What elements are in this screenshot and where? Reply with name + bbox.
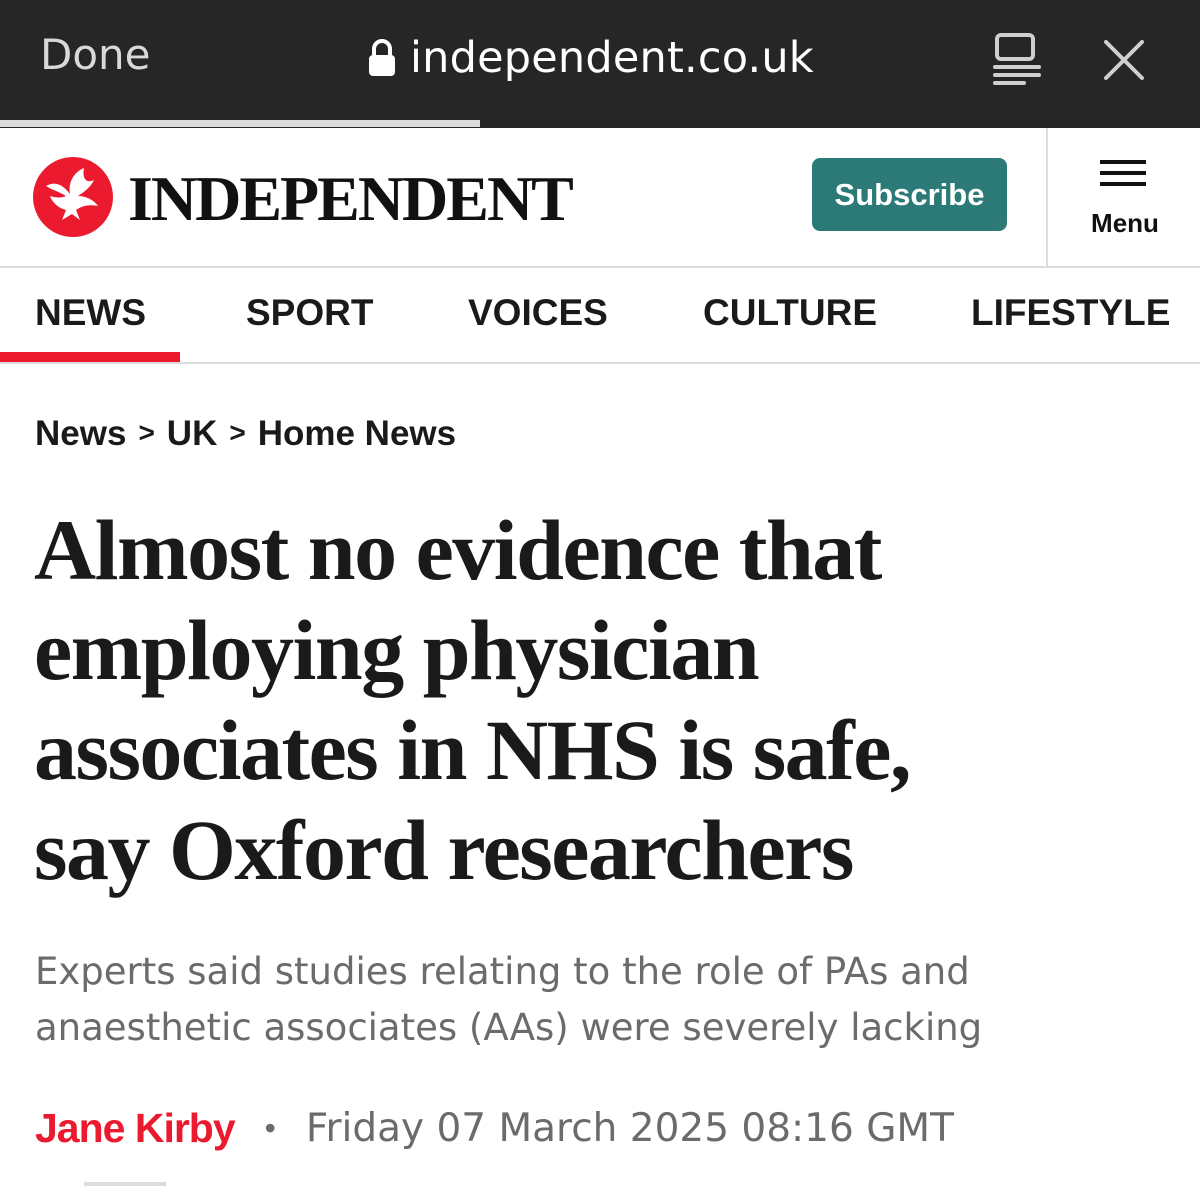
headline-line: say Oxford researchers [34,802,854,898]
close-icon[interactable] [1102,38,1146,82]
subscribe-button[interactable]: Subscribe [812,158,1007,231]
breadcrumb: News > UK > Home News [35,414,456,454]
content-divider [84,1182,166,1186]
breadcrumb-item-uk[interactable]: UK [167,414,218,453]
article-headline: Almost no evidence that employing physic… [34,500,1164,900]
nav-item-sport[interactable]: SPORT [246,292,373,334]
page-load-progress [0,120,480,127]
headline-line: Almost no evidence that [34,502,882,598]
headline-line: employing physician [34,602,760,698]
breadcrumb-item-news[interactable]: News [35,414,126,453]
eagle-icon[interactable] [32,156,114,238]
menu-button[interactable]: Menu [1070,156,1180,246]
publish-date: Friday 07 March 2025 08:16 GMT [305,1105,954,1151]
author-link[interactable]: Jane Kirby [35,1105,236,1152]
byline: Jane Kirby • Friday 07 March 2025 08:16 … [35,1100,954,1156]
site-header: INDEPENDENT Subscribe Menu [0,128,1200,268]
menu-label: Menu [1091,208,1159,238]
section-nav: NEWS SPORT VOICES CULTURE LIFESTYLE [0,268,1200,364]
byline-bullet: • [264,1109,276,1146]
nav-item-culture[interactable]: CULTURE [703,292,877,334]
article-standfirst: Experts said studies relating to the rol… [35,944,1135,1056]
url-text: independent.co.uk [410,33,814,83]
logo-wordmark[interactable]: INDEPENDENT [128,162,574,236]
nav-item-news[interactable]: NEWS [35,292,146,334]
headline-line: associates in NHS is safe, [34,702,911,798]
done-button[interactable]: Done [40,30,151,79]
address-bar[interactable]: independent.co.uk [368,28,814,88]
header-divider [1046,128,1048,266]
hamburger-icon [1100,160,1146,186]
reader-icon[interactable] [992,32,1042,86]
standfirst-line: anaesthetic associates (AAs) were severe… [35,1006,983,1049]
nav-item-voices[interactable]: VOICES [468,292,608,334]
browser-toolbar: Done independent.co.uk [0,0,1200,120]
nav-item-lifestyle[interactable]: LIFESTYLE [971,292,1170,334]
breadcrumb-separator: > [138,417,155,448]
lock-icon [369,39,395,76]
standfirst-line: Experts said studies relating to the rol… [35,950,970,993]
breadcrumb-item-home-news[interactable]: Home News [258,414,456,453]
active-tab-indicator [0,352,180,362]
breadcrumb-separator: > [229,417,246,448]
